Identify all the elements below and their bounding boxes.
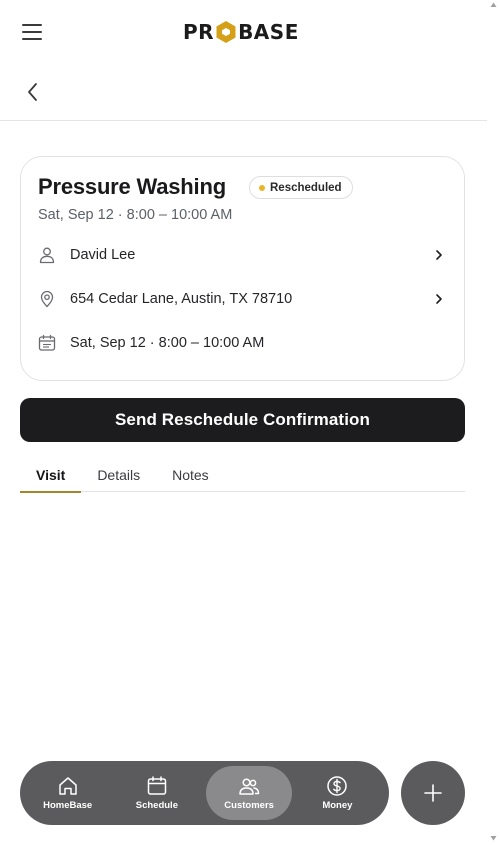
nav-schedule[interactable]: Schedule [112, 766, 201, 820]
calendar-icon [147, 776, 167, 795]
location-pin-icon [38, 290, 56, 308]
nav-homebase[interactable]: HomeBase [26, 766, 109, 820]
nav-money-label: Money [322, 800, 353, 811]
status-dot-icon [259, 184, 265, 191]
person-icon [38, 246, 56, 264]
address-row[interactable]: 654 Cedar Lane, Austin, TX 78710 [38, 287, 448, 311]
chevron-right-icon [436, 250, 442, 260]
nav-customers-label: Customers [224, 800, 274, 811]
nav-homebase-label: HomeBase [43, 800, 93, 811]
status-label: Rescheduled [270, 181, 342, 194]
job-address: 654 Cedar Lane, Austin, TX 78710 [70, 291, 293, 307]
nav-money[interactable]: Money [295, 766, 380, 820]
probase-logo[interactable]: PR BASE [183, 18, 299, 46]
hamburger-menu-icon[interactable] [22, 24, 42, 40]
top-bar: PR BASE [0, 0, 487, 62]
status-badge: Rescheduled [249, 176, 353, 199]
bottom-navigation: HomeBase Schedule Customers Money [20, 761, 389, 825]
tab-details[interactable]: Details [81, 457, 156, 492]
add-fab-button[interactable] [401, 761, 465, 825]
scrollbar[interactable] [487, 0, 500, 845]
back-row [0, 62, 487, 121]
plus-icon [424, 784, 442, 802]
chevron-right-icon [436, 294, 442, 304]
dollar-icon [327, 776, 348, 796]
job-title: Pressure Washing [38, 174, 226, 199]
nav-schedule-label: Schedule [135, 800, 178, 811]
schedule-row: Sat, Sep 12 · 8:00 – 10:00 AM [38, 331, 448, 355]
send-reschedule-confirmation-button[interactable]: Send Reschedule Confirmation [20, 398, 465, 442]
home-icon [58, 777, 77, 795]
users-icon [239, 778, 260, 795]
tab-visit[interactable]: Visit [20, 457, 82, 493]
logo-hexagon-icon [216, 21, 236, 43]
logo-text-right: BASE [238, 20, 299, 44]
scroll-up-arrow-icon[interactable] [490, 2, 497, 8]
tab-bar: Visit Details Notes [20, 457, 465, 493]
scroll-down-arrow-icon[interactable] [490, 835, 497, 841]
customer-name: David Lee [70, 247, 136, 263]
calendar-icon [38, 334, 56, 352]
job-schedule: Sat, Sep 12 · 8:00 – 10:00 AM [70, 335, 265, 351]
nav-customers[interactable]: Customers [206, 766, 292, 820]
back-chevron-icon[interactable] [22, 80, 44, 104]
tab-notes[interactable]: Notes [156, 457, 225, 492]
customer-row[interactable]: David Lee [38, 243, 448, 267]
logo-text-left: PR [183, 20, 215, 44]
job-datetime-subtitle: Sat, Sep 12 · 8:00 – 10:00 AM [38, 207, 233, 223]
job-card: Pressure Washing Rescheduled Sat, Sep 12… [20, 156, 465, 381]
